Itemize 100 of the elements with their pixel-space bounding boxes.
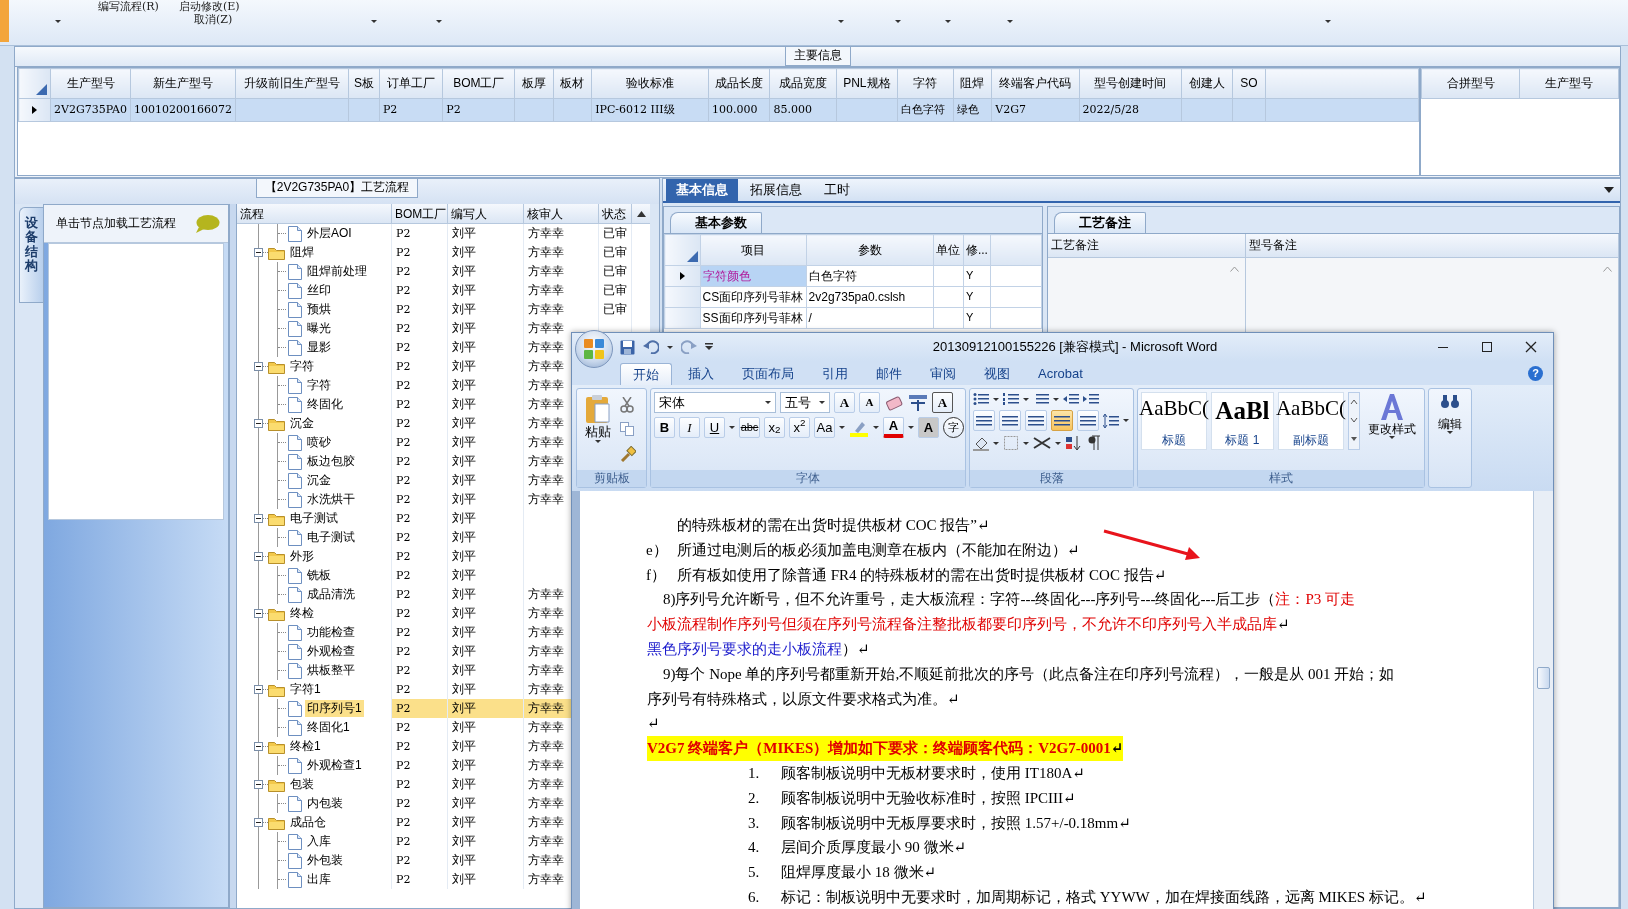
style-option[interactable]: AaBbC( 标题 [1141, 392, 1207, 450]
tree-node-label[interactable]: 阻焊 [288, 244, 316, 261]
change-case-button[interactable]: Aa [814, 417, 835, 438]
tree-node-label[interactable]: 沉金 [305, 472, 333, 489]
tree-node-label[interactable]: 外形 [288, 548, 316, 565]
tree-node-label[interactable]: 电子测试 [288, 510, 340, 527]
character-shading-button[interactable]: A [918, 417, 939, 438]
font-name-field[interactable]: 宋体 [654, 392, 776, 413]
column-header[interactable]: 板厚 [514, 68, 554, 99]
tree-node-label[interactable]: 外观检查1 [305, 757, 364, 774]
panel-tab[interactable]: 基本参数 [670, 212, 762, 233]
column-header[interactable]: 生产型号 [50, 68, 131, 99]
style-option[interactable]: AaBbC( 副标题 [1277, 392, 1344, 450]
font-size-field[interactable]: 五号 [780, 392, 830, 413]
tree-node-label[interactable]: 字符1 [288, 681, 323, 698]
tree-node-label[interactable]: 终固化1 [305, 719, 352, 736]
column-header[interactable]: 合拼型号 [1421, 68, 1520, 99]
panel-tab[interactable]: 工艺备注 [1054, 212, 1146, 233]
tab[interactable]: 工时 [814, 179, 860, 201]
column-header[interactable]: 单位 [933, 234, 964, 266]
tree-node-label[interactable]: 外层AOI [305, 225, 354, 242]
ribbon-tab[interactable]: 页面布局 [730, 363, 806, 385]
tree-node-label[interactable]: 终固化 [305, 396, 345, 413]
column-header[interactable]: 型号创建时间 [1079, 68, 1182, 99]
column-header[interactable]: 工艺备注 [1048, 234, 1246, 257]
enclose-character-button[interactable]: 字 [943, 417, 964, 438]
ribbon-tab[interactable]: 审阅 [918, 363, 968, 385]
column-header[interactable]: 修... [963, 234, 991, 266]
column-header[interactable]: 编写人 [448, 204, 524, 224]
tree-node-label[interactable]: 阻焊前处理 [305, 263, 369, 280]
bold-button[interactable]: B [654, 417, 675, 438]
tree-node-label[interactable]: 字符 [288, 358, 316, 375]
column-header[interactable]: 验收标准 [591, 68, 709, 99]
tree-node-label[interactable]: 沉金 [288, 415, 316, 432]
tree-node-label[interactable]: 入库 [305, 833, 333, 850]
italic-button[interactable]: I [679, 417, 700, 438]
ribbon-tab[interactable]: Acrobat [1026, 363, 1095, 385]
tree-node-label[interactable]: 外观检查 [305, 643, 357, 660]
tree-node-label[interactable]: 水洗烘干 [305, 491, 357, 508]
tree-node-label[interactable]: 终检 [288, 605, 316, 622]
column-header[interactable]: SO [1232, 68, 1266, 99]
subscript-button[interactable]: x$_{2}$ [764, 417, 785, 438]
column-header[interactable]: 阻焊 [953, 68, 992, 99]
column-header[interactable]: 终端客户代码 [991, 68, 1080, 99]
menu-item[interactable]: 取消(Z) [192, 13, 235, 27]
tree-node-label[interactable]: 出库 [305, 871, 333, 888]
tree-node-label[interactable]: 喷砂 [305, 434, 333, 451]
tree-node-label[interactable]: 丝印 [305, 282, 333, 299]
change-styles-button[interactable]: 更改样式 [1363, 392, 1421, 440]
shrink-font-button[interactable]: A [859, 392, 880, 413]
tree-node-label[interactable]: 烘板整平 [305, 662, 357, 679]
column-header[interactable]: 项目 [700, 234, 807, 266]
tree-node-label[interactable]: 铣板 [305, 567, 333, 584]
tree-node-label[interactable]: 字符 [305, 377, 333, 394]
tree-node-label[interactable]: 外包装 [305, 852, 345, 869]
font-color-button[interactable]: A [883, 417, 904, 438]
column-header[interactable]: 创建人 [1181, 68, 1233, 99]
column-header[interactable]: 流程 [237, 204, 392, 224]
tree-node-label[interactable]: 曝光 [305, 320, 333, 337]
column-header[interactable]: 字符 [897, 68, 954, 99]
tree-node-label[interactable]: 成品仓 [288, 814, 328, 831]
tree-node-label[interactable]: 电子测试 [305, 529, 357, 546]
side-tab[interactable]: 设备结构 [19, 207, 43, 303]
grow-font-button[interactable]: A [834, 392, 855, 413]
menu-item[interactable]: 启动修改(E) [176, 0, 242, 14]
column-header[interactable]: 生产型号 [1519, 68, 1619, 99]
tree-node-label[interactable]: 印序列号1 [305, 700, 364, 717]
superscript-button[interactable]: x$^{2}$ [789, 417, 810, 438]
character-border-button[interactable]: A [932, 392, 953, 413]
column-header[interactable]: 核审人 [524, 204, 599, 224]
ribbon-tab[interactable]: 引用 [810, 363, 860, 385]
tree-node-label[interactable]: 板边包胶 [305, 453, 357, 470]
tree-node-label[interactable]: 内包装 [305, 795, 345, 812]
ribbon-tab[interactable]: 开始 [620, 363, 672, 385]
ribbon-tab[interactable]: 邮件 [864, 363, 914, 385]
tree-node-label[interactable]: 显影 [305, 339, 333, 356]
tree-node-label[interactable]: 功能检查 [305, 624, 357, 641]
ribbon-tab[interactable]: 视图 [972, 363, 1022, 385]
tree-node-label[interactable]: 包装 [288, 776, 316, 793]
column-header[interactable]: BOM工厂 [442, 68, 515, 99]
column-header[interactable]: 新生产型号 [130, 68, 236, 99]
tab[interactable]: 拓展信息 [740, 179, 812, 201]
underline-button[interactable]: U [704, 417, 725, 438]
column-header[interactable]: S板 [348, 68, 380, 99]
editing-button[interactable]: 编辑 [1429, 389, 1471, 487]
tree-node-label[interactable]: 成品清洗 [305, 586, 357, 603]
column-header[interactable]: 成品宽度 [769, 68, 837, 99]
column-header[interactable]: 参数 [806, 234, 934, 266]
column-header[interactable]: 成品长度 [708, 68, 770, 99]
ribbon-tab[interactable]: 插入 [676, 363, 726, 385]
tree-node-label[interactable]: 预烘 [305, 301, 333, 318]
help-button[interactable]: ? [1528, 366, 1543, 381]
column-header[interactable]: PNL规格 [836, 68, 898, 99]
column-header[interactable]: BOM工厂 [392, 204, 448, 224]
column-header[interactable]: 升级前旧生产型号 [235, 68, 349, 99]
column-header[interactable]: 状态 [599, 204, 632, 224]
column-header[interactable]: 型号备注 [1246, 234, 1619, 257]
style-option[interactable]: AaBl 标题 1 [1211, 392, 1274, 450]
tab[interactable]: 基本信息 [666, 179, 738, 201]
tree-node-label[interactable]: 终检1 [288, 738, 323, 755]
